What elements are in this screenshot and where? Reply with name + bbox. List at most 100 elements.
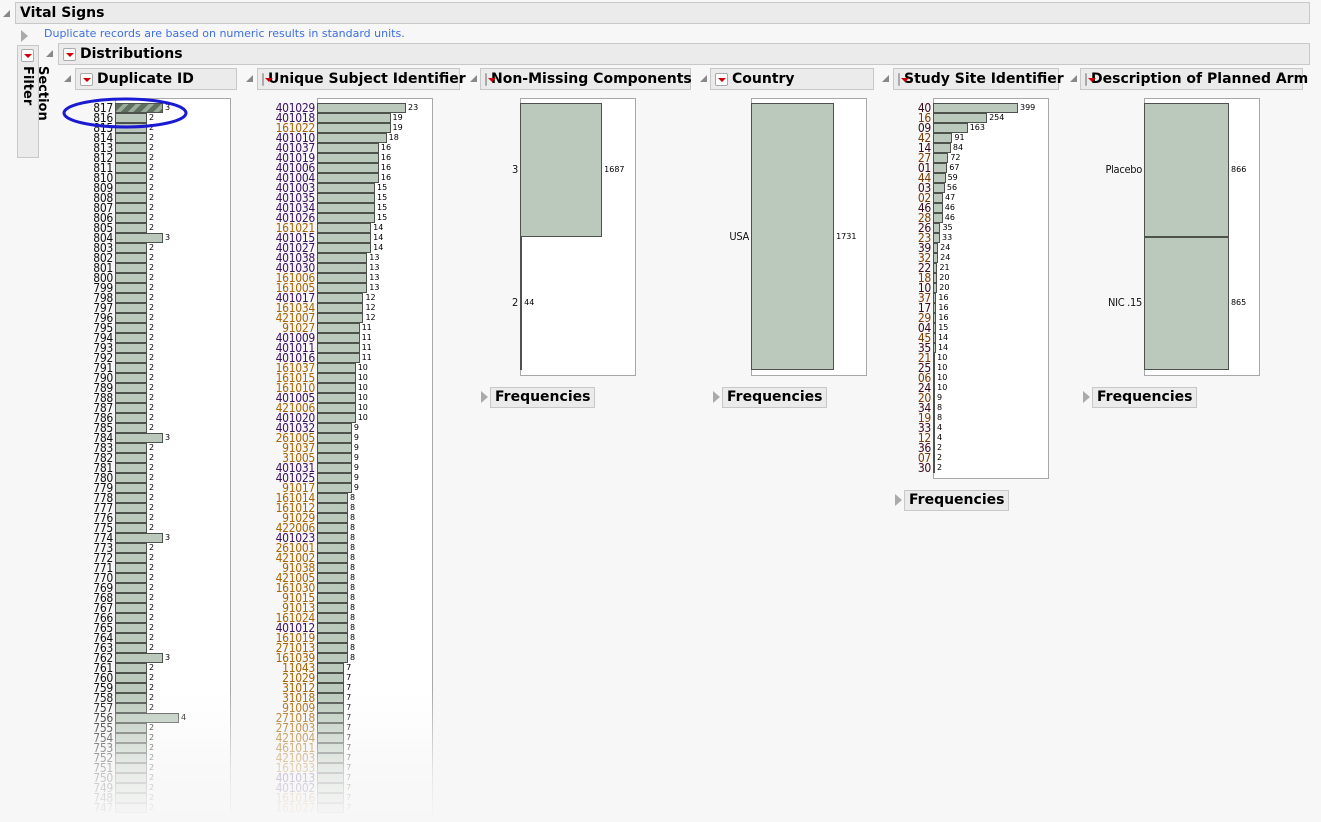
bar-401003[interactable] (317, 183, 376, 193)
expand-frequencies-icon[interactable] (713, 391, 720, 403)
bar-161005[interactable] (317, 283, 368, 293)
bar-161015[interactable] (317, 373, 356, 383)
bar-91037[interactable] (317, 443, 352, 453)
bar-401025[interactable] (317, 473, 352, 483)
bar-16[interactable] (933, 113, 988, 123)
bar-769[interactable] (115, 583, 147, 593)
bar-772[interactable] (115, 553, 147, 563)
bar-28[interactable] (933, 213, 943, 223)
description-of-planned-arm-menu-icon[interactable] (1085, 72, 1096, 86)
bar-23[interactable] (933, 233, 941, 243)
bar-798[interactable] (115, 293, 147, 303)
bar-161014[interactable] (317, 493, 348, 503)
bar-760[interactable] (115, 673, 147, 683)
description-of-planned-arm-header[interactable]: Description of Planned Arm (1080, 68, 1308, 90)
bar-748[interactable] (115, 793, 147, 803)
bar-401009[interactable] (317, 333, 360, 343)
bar-756[interactable] (115, 713, 179, 723)
bar-752[interactable] (115, 753, 147, 763)
bar-780[interactable] (115, 473, 147, 483)
bar-USA[interactable] (751, 103, 835, 370)
description-of-planned-arm-frequencies-button[interactable]: Frequencies (1092, 387, 1198, 408)
bar-401011[interactable] (317, 343, 360, 353)
bar-810[interactable] (115, 173, 147, 183)
bar-401030[interactable] (317, 263, 368, 273)
bar-790[interactable] (115, 373, 147, 383)
collapse-country-icon[interactable] (700, 75, 707, 82)
bar-31005[interactable] (317, 453, 352, 463)
bar-401016[interactable] (317, 353, 360, 363)
bar-27[interactable] (933, 153, 949, 163)
bar-01[interactable] (933, 163, 948, 173)
bar-763[interactable] (115, 643, 147, 653)
bar-91015[interactable] (317, 593, 348, 603)
bar-755[interactable] (115, 723, 147, 733)
bar-749[interactable] (115, 783, 147, 793)
bar-401038[interactable] (317, 253, 368, 263)
bar-789[interactable] (115, 383, 147, 393)
bar-31012[interactable] (317, 683, 345, 693)
bar-753[interactable] (115, 743, 147, 753)
bar-766[interactable] (115, 613, 147, 623)
bar-3[interactable] (520, 103, 603, 237)
bar-161037[interactable] (317, 363, 356, 373)
bar-421006[interactable] (317, 403, 356, 413)
bar-401010[interactable] (317, 133, 387, 143)
collapse-study-site-identifier-icon[interactable] (882, 75, 889, 82)
bar-161021[interactable] (317, 223, 372, 233)
bar-161039[interactable] (317, 653, 348, 663)
bar-39[interactable] (933, 243, 939, 253)
bar-791[interactable] (115, 363, 147, 373)
non-missing-components-frequencies-button[interactable]: Frequencies (490, 387, 596, 408)
bar-779[interactable] (115, 483, 147, 493)
bar-401037[interactable] (317, 143, 379, 153)
bar-401034[interactable] (317, 203, 376, 213)
bar-762[interactable] (115, 653, 163, 663)
bar-759[interactable] (115, 683, 147, 693)
bar-401017[interactable] (317, 293, 364, 303)
bar-14[interactable] (933, 143, 951, 153)
study-site-identifier-header[interactable]: Study Site Identifier (893, 68, 1064, 90)
bar-421005[interactable] (317, 573, 348, 583)
bar-37[interactable] (933, 293, 937, 303)
bar-401004[interactable] (317, 173, 379, 183)
bar-161027[interactable] (317, 803, 345, 813)
bar-761[interactable] (115, 663, 147, 673)
bar-33[interactable] (933, 423, 935, 433)
bar-91038[interactable] (317, 563, 348, 573)
bar-29[interactable] (933, 313, 937, 323)
bar-06[interactable] (933, 373, 936, 383)
bar-422006[interactable] (317, 523, 348, 533)
bar-783[interactable] (115, 443, 147, 453)
bar-785[interactable] (115, 423, 147, 433)
bar-26[interactable] (933, 223, 941, 233)
bar-796[interactable] (115, 313, 147, 323)
bar-161016[interactable] (317, 793, 345, 803)
bar-261001[interactable] (317, 543, 348, 553)
bar-793[interactable] (115, 343, 147, 353)
bar-31018[interactable] (317, 693, 345, 703)
non-missing-components-menu-icon[interactable] (485, 72, 496, 86)
bar-401013[interactable] (317, 773, 345, 783)
bar-161006[interactable] (317, 273, 368, 283)
bar-778[interactable] (115, 493, 147, 503)
bar-770[interactable] (115, 573, 147, 583)
bar-91027[interactable] (317, 323, 360, 333)
bar-12[interactable] (933, 433, 935, 443)
country-menu-icon[interactable] (715, 72, 728, 86)
country-frequencies-button[interactable]: Frequencies (722, 387, 828, 408)
bar-46[interactable] (933, 203, 943, 213)
bar-40[interactable] (933, 103, 1018, 113)
bar-18[interactable] (933, 273, 938, 283)
bar-02[interactable] (933, 193, 943, 203)
bar-803[interactable] (115, 243, 147, 253)
bar-461011[interactable] (317, 743, 345, 753)
bar-771[interactable] (115, 563, 147, 573)
bar-764[interactable] (115, 633, 147, 643)
collapse-description-of-planned-arm-icon[interactable] (1070, 75, 1077, 82)
bar-09[interactable] (933, 123, 968, 133)
country-header[interactable]: Country (710, 68, 874, 90)
bar-17[interactable] (933, 303, 937, 313)
bar-805[interactable] (115, 223, 147, 233)
bar-797[interactable] (115, 303, 147, 313)
